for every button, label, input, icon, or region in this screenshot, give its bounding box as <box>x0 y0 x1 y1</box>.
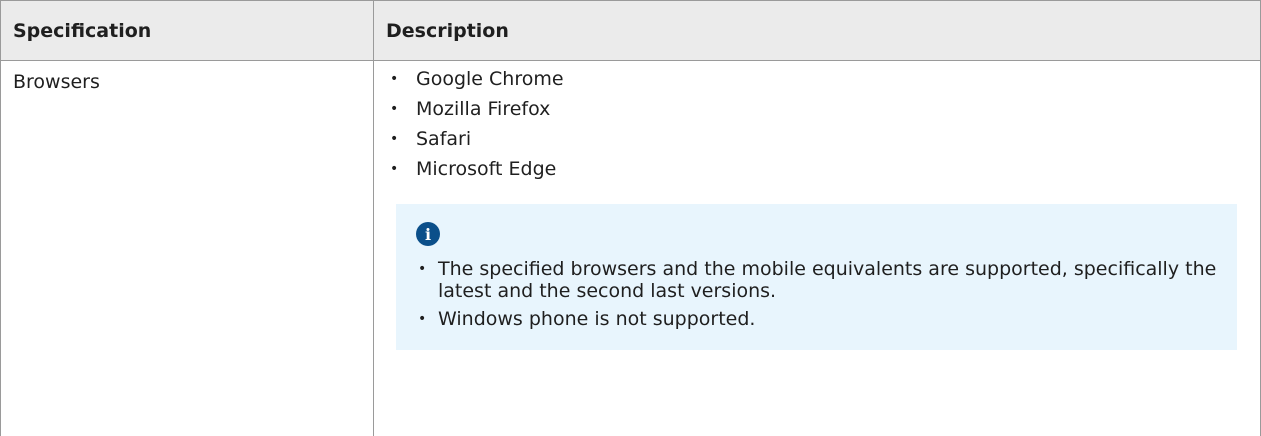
spec-cell: Browsers <box>0 60 374 436</box>
list-item: • Microsoft Edge <box>386 158 1260 180</box>
list-item: • Mozilla Firefox <box>386 98 1260 120</box>
bullet-icon: • <box>390 131 399 147</box>
info-icon: i <box>416 222 440 246</box>
note-text: Windows phone is not supported. <box>438 308 756 330</box>
bullet-icon: • <box>418 311 427 327</box>
spec-table: Specification Description Browsers • Goog… <box>0 0 1261 436</box>
info-note: i • The specified browsers and the mobile… <box>396 204 1237 350</box>
description-cell: • Google Chrome • Mozilla Firefox • Safari … <box>373 60 1261 436</box>
browser-name: Google Chrome <box>416 68 564 90</box>
list-item: • Google Chrome <box>386 68 1260 90</box>
note-list: • The specified browsers and the mobile e… <box>416 258 1217 330</box>
header-description: Description <box>373 0 1261 61</box>
spec-label: Browsers <box>13 71 100 93</box>
bullet-icon: • <box>418 261 427 277</box>
bullet-icon: • <box>390 161 399 177</box>
bullet-icon: • <box>390 101 399 117</box>
bullet-icon: • <box>390 71 399 87</box>
browser-name: Mozilla Firefox <box>416 98 551 120</box>
table-header-row: Specification Description <box>0 0 1261 61</box>
list-item: • Windows phone is not supported. <box>416 308 1217 330</box>
list-item: • Safari <box>386 128 1260 150</box>
note-text: The specified browsers and the mobile eq… <box>438 258 1217 302</box>
table-row: Browsers • Google Chrome • Mozilla Firefox… <box>0 60 1261 436</box>
browser-name: Microsoft Edge <box>416 158 557 180</box>
browser-list: • Google Chrome • Mozilla Firefox • Safari … <box>386 68 1260 180</box>
list-item: • The specified browsers and the mobile e… <box>416 258 1217 302</box>
browser-name: Safari <box>416 128 472 150</box>
header-specification: Specification <box>0 0 374 61</box>
